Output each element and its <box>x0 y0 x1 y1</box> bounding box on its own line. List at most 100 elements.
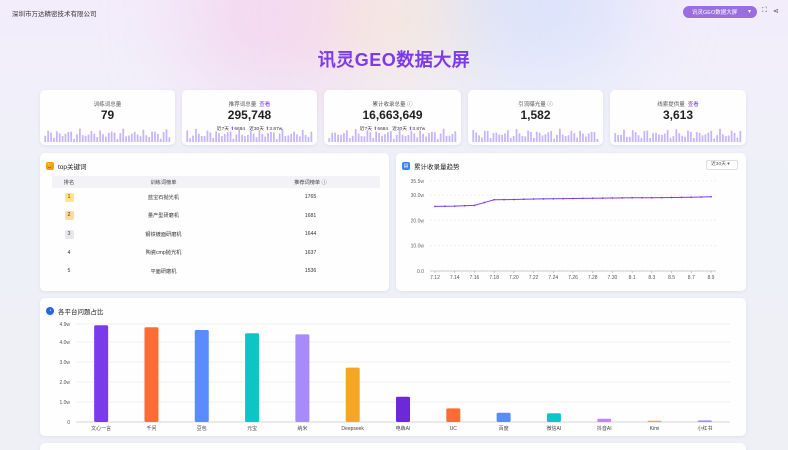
x-tick-label: Kimi <box>650 426 660 432</box>
sparkline-bar <box>436 138 439 142</box>
sparkline-bar <box>44 135 47 142</box>
data-point <box>453 205 456 207</box>
sparkline-bar <box>678 133 681 142</box>
sparkline-bar <box>229 131 232 142</box>
data-point <box>493 198 496 201</box>
info-icon[interactable]: ⓘ <box>322 180 327 186</box>
stat-label: 引流曝光量 ⓘ <box>468 100 603 108</box>
sparkline-bar <box>707 132 710 142</box>
screen-select[interactable]: 讯灵GEO数据大屏 ▾ <box>683 6 757 18</box>
sparkline-bar <box>110 131 113 142</box>
sparkline-bar <box>698 132 701 142</box>
sparkline-bar <box>532 137 535 142</box>
data-point <box>700 196 703 198</box>
stat-value: 16,663,649 <box>362 108 423 122</box>
sparkline-bar <box>690 131 692 142</box>
count-cell: 1637 <box>304 249 317 256</box>
table-row[interactable]: 2 量产型研磨机 1681 <box>52 207 380 226</box>
sparkline-bar <box>451 133 454 142</box>
data-point <box>512 198 515 201</box>
top-bar: 深圳市万达精密技术有限公司 讯灵GEO数据大屏 ▾ ⛶ ⋖ <box>0 0 788 26</box>
sparkline-bar <box>675 129 678 142</box>
x-tick-label: 7.16 <box>470 275 480 281</box>
data-point <box>601 197 604 200</box>
sparkline-bar <box>125 136 127 142</box>
sparkline-bar <box>489 137 492 142</box>
x-tick-label: 微信AI <box>547 425 562 432</box>
x-tick-label: 8.7 <box>688 275 695 281</box>
sparkline-bar <box>232 138 235 142</box>
sparkline-bar <box>93 133 96 142</box>
data-point <box>621 196 624 199</box>
y-tick-label: 3.0w <box>59 360 70 366</box>
sparkline-bar <box>354 129 357 142</box>
data-point <box>581 197 584 200</box>
sparkline-bar <box>369 132 372 142</box>
fullscreen-icon[interactable]: ⛶ <box>762 7 767 15</box>
sparkline-bar <box>275 138 278 142</box>
sparkline-bar <box>61 136 64 142</box>
sparkline-bar <box>584 136 587 142</box>
sparkline-bar <box>130 133 133 142</box>
bar <box>345 367 360 422</box>
keyword-cell: 蓝宝石抛光机 <box>147 194 180 201</box>
sparkline-bar <box>498 134 501 142</box>
x-tick-label: 8.3 <box>648 275 655 281</box>
sparkline-bar <box>366 130 369 142</box>
sparkline-bar <box>389 131 392 142</box>
data-point <box>434 205 436 208</box>
sparkline-bar <box>168 137 171 142</box>
x-tick-label: 8.1 <box>629 275 636 281</box>
sparkline <box>44 128 171 142</box>
sparkline-bar <box>710 130 713 142</box>
sparkline-bar <box>328 137 331 142</box>
sparkline-bar <box>290 133 293 142</box>
sparkline-bar <box>643 130 646 142</box>
sparkline-bar <box>561 134 564 142</box>
sparkline-bar <box>547 132 550 142</box>
sparkline-bar <box>407 135 410 142</box>
table-row[interactable]: 3 钢铁镀面研磨机 1644 <box>52 225 380 244</box>
sparkline <box>328 128 457 142</box>
sparkline-bar <box>334 132 337 142</box>
count-cell: 1681 <box>304 212 317 219</box>
sparkline-bar <box>209 132 212 142</box>
sparkline-bar <box>264 136 267 142</box>
sparkline-bar <box>212 137 215 142</box>
sparkline-bar <box>387 132 389 142</box>
bronze-medal-icon: 3 <box>64 229 74 239</box>
stat-value: 295,748 <box>227 108 272 122</box>
share-icon[interactable]: ⋖ <box>773 7 779 15</box>
bar <box>496 412 511 422</box>
y-tick-label: 1.0w <box>59 400 70 406</box>
sparkline-bar <box>357 133 360 142</box>
stat-value: 1,582 <box>520 108 551 122</box>
sparkline-bar <box>159 138 162 142</box>
sparkline-bar <box>722 134 724 142</box>
data-point <box>710 195 712 198</box>
sparkline-bar <box>419 130 422 142</box>
sparkline-bar <box>293 131 295 142</box>
table-row[interactable]: 4 陶瓷cmp抛光机 1637 <box>52 244 380 263</box>
data-point <box>641 196 643 199</box>
sparkline-bar <box>535 131 538 142</box>
sparkline-bar <box>448 135 451 142</box>
sparkline-bar <box>439 133 442 142</box>
sparkline-bar <box>351 135 354 142</box>
bar <box>396 396 410 422</box>
bar <box>446 408 461 422</box>
sparkline-bar <box>564 135 567 142</box>
table-row[interactable]: 1 蓝宝石抛光机 1765 <box>52 188 380 207</box>
table-row[interactable]: 5 平面研磨机 1536 <box>52 262 380 281</box>
sparkline-bar <box>736 137 739 142</box>
sparkline-svg <box>614 128 742 142</box>
data-point <box>522 198 525 201</box>
sparkline-bar <box>558 128 561 142</box>
sparkline-bar <box>628 136 631 142</box>
sparkline-bar <box>704 134 707 142</box>
sparkline-bar <box>255 137 258 142</box>
gold-medal-icon: 1 <box>64 192 74 202</box>
y-tick-label: 0.0 <box>417 269 424 275</box>
sparkline-bar <box>113 132 116 142</box>
sparkline-bar <box>145 135 148 142</box>
